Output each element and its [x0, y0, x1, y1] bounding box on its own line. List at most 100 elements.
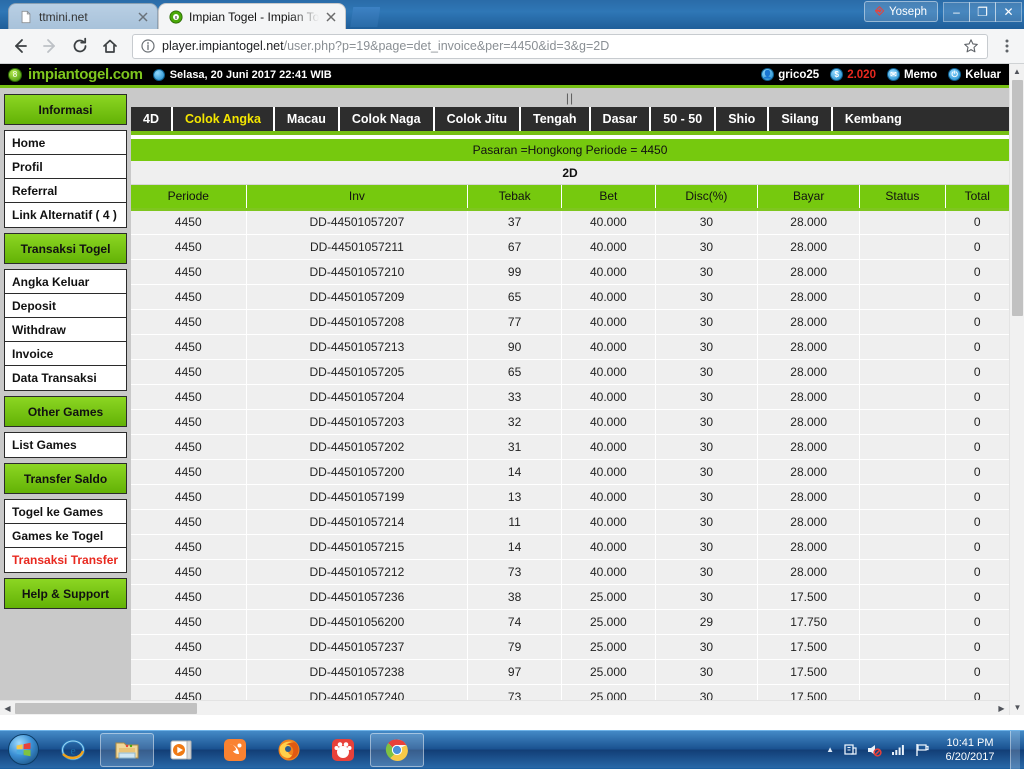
browser-tab-1[interactable]: ttmini.net: [8, 3, 158, 29]
tab-50-50[interactable]: 50 - 50: [651, 107, 716, 131]
cell-periode: 4450: [131, 509, 246, 534]
tray-show-hidden-button[interactable]: ▲: [826, 745, 834, 754]
cell-inv: DD-44501057202: [246, 434, 468, 459]
flag-icon[interactable]: [914, 742, 930, 758]
vscroll-down-arrow[interactable]: ▼: [1010, 700, 1024, 715]
sidebar-header-help-support[interactable]: Help & Support: [4, 578, 127, 609]
sidebar-item-profil[interactable]: Profil: [5, 155, 126, 179]
taskbar-item-gom-player[interactable]: [316, 733, 370, 767]
start-button[interactable]: [0, 732, 46, 768]
account-username[interactable]: 👤 grico25: [761, 68, 819, 81]
cell-status: [860, 459, 945, 484]
address-bar-path: /user.php?p=19&page=det_invoice&per=4450…: [284, 39, 610, 53]
minimize-button[interactable]: –: [943, 2, 970, 22]
cell-inv: DD-44501057210: [246, 259, 468, 284]
close-button[interactable]: ✕: [995, 2, 1022, 22]
site-logo-icon: 8: [8, 68, 22, 82]
sidebar-item-data-transaksi[interactable]: Data Transaksi: [5, 366, 126, 390]
cell-total: 0: [945, 634, 1009, 659]
taskbar-item-windows-explorer[interactable]: [100, 733, 154, 767]
info-circle-icon[interactable]: [141, 39, 155, 53]
sidebar-item-togel-ke-games[interactable]: Togel ke Games: [5, 500, 126, 524]
cell-disc: 30: [655, 509, 757, 534]
taskbar-item-internet-explorer[interactable]: e: [46, 733, 100, 767]
sidebar-item-withdraw[interactable]: Withdraw: [5, 318, 126, 342]
cell-inv: DD-44501057237: [246, 634, 468, 659]
sidebar-header-transfer-saldo[interactable]: Transfer Saldo: [4, 463, 127, 494]
tab-silang[interactable]: Silang: [769, 107, 833, 131]
sidebar-item-transaksi-transfer[interactable]: Transaksi Transfer: [5, 548, 126, 572]
tab-shio[interactable]: Shio: [716, 107, 769, 131]
sidebar-header-transaksi-togel[interactable]: Transaksi Togel: [4, 233, 127, 264]
cell-disc: 30: [655, 384, 757, 409]
sidebar-item-games-ke-togel[interactable]: Games ke Togel: [5, 524, 126, 548]
firefox-icon: [276, 737, 302, 763]
taskbar-item-firefox[interactable]: [262, 733, 316, 767]
sidebar-item-home[interactable]: Home: [5, 131, 126, 155]
sidebar-item-invoice[interactable]: Invoice: [5, 342, 126, 366]
vscroll-up-arrow[interactable]: ▲: [1010, 64, 1024, 79]
cell-bayar: 28.000: [758, 209, 860, 234]
back-button[interactable]: [6, 32, 34, 60]
browser-user-label: Yoseph: [889, 6, 927, 18]
sidebar-header-informasi[interactable]: Informasi: [4, 94, 127, 125]
reload-button[interactable]: [66, 32, 94, 60]
account-balance[interactable]: $ 2.020: [830, 68, 876, 81]
page-vertical-scrollbar[interactable]: ▲ ▼: [1009, 64, 1024, 715]
vscroll-thumb[interactable]: [1012, 80, 1023, 316]
forward-button[interactable]: [36, 32, 64, 60]
cell-bet: 40.000: [561, 559, 655, 584]
tab-tengah[interactable]: Tengah: [521, 107, 591, 131]
hscroll-thumb[interactable]: [15, 703, 197, 714]
cell-total: 0: [945, 659, 1009, 684]
tab-kembang[interactable]: Kembang: [833, 107, 914, 131]
sidebar-item-list-games[interactable]: List Games: [5, 433, 126, 457]
tab-colok-naga[interactable]: Colok Naga: [340, 107, 435, 131]
windows-logo-icon: [15, 741, 32, 758]
hscroll-right-arrow[interactable]: ▶: [994, 704, 1009, 713]
sidebar-item-referral[interactable]: Referral: [5, 179, 126, 203]
tab-macau[interactable]: Macau: [275, 107, 340, 131]
table-row: 4450DD-445010572109940.0003028.0000: [131, 259, 1009, 284]
chrome-menu-button[interactable]: [996, 33, 1018, 59]
tab-colok-angka[interactable]: Colok Angka: [173, 107, 275, 131]
close-icon[interactable]: [325, 11, 337, 23]
logout-link[interactable]: ⏻ Keluar: [948, 68, 1001, 81]
taskbar-clock[interactable]: 10:41 PM 6/20/2017: [938, 736, 1002, 764]
cell-bayar: 28.000: [758, 534, 860, 559]
show-desktop-button[interactable]: [1010, 731, 1020, 769]
taskbar-item-media-player[interactable]: [154, 733, 208, 767]
taskbar-item-uc-browser[interactable]: [208, 733, 262, 767]
tab-colok-jitu[interactable]: Colok Jitu: [435, 107, 521, 131]
col-bayar: Bayar: [758, 185, 860, 209]
taskbar-item-google-chrome[interactable]: [370, 733, 424, 767]
site-brand[interactable]: 8 impiantogel.com: [8, 66, 143, 83]
new-tab-button[interactable]: [350, 7, 380, 27]
network-icon[interactable]: [890, 742, 906, 758]
cell-bayar: 17.500: [758, 659, 860, 684]
home-button[interactable]: [96, 32, 124, 60]
cell-tebak: 65: [468, 359, 562, 384]
browser-tab-2[interactable]: 8 Impian Togel - Impian To: [158, 3, 346, 29]
sidebar-item-deposit[interactable]: Deposit: [5, 294, 126, 318]
sidebar-item-link-alternatif[interactable]: Link Alternatif ( 4 ): [5, 203, 126, 227]
memo-link[interactable]: ✉ Memo: [887, 68, 937, 81]
site-datetime: Selasa, 20 Juni 2017 22:41 WIB: [153, 69, 332, 81]
tab-4d[interactable]: 4D: [131, 107, 173, 131]
sidebar-header-other-games[interactable]: Other Games: [4, 396, 127, 427]
address-bar[interactable]: player.impiantogel.net/user.php?p=19&pag…: [132, 34, 988, 59]
cell-inv: DD-44501057208: [246, 309, 468, 334]
action-center-icon[interactable]: [842, 742, 858, 758]
volume-muted-icon[interactable]: [866, 742, 882, 758]
star-icon[interactable]: [963, 38, 979, 54]
browser-user-button[interactable]: ⎆ Yoseph: [864, 1, 938, 22]
tab-dasar[interactable]: Dasar: [591, 107, 652, 131]
hscroll-left-arrow[interactable]: ◀: [0, 704, 15, 713]
sidebar-item-angka-keluar[interactable]: Angka Keluar: [5, 270, 126, 294]
page-horizontal-scrollbar[interactable]: ◀ ▶: [0, 700, 1009, 715]
cell-bet: 40.000: [561, 409, 655, 434]
col-inv: Inv: [246, 185, 468, 209]
hscroll-track[interactable]: [15, 701, 994, 716]
close-icon[interactable]: [137, 11, 149, 23]
maximize-button[interactable]: ❐: [969, 2, 996, 22]
